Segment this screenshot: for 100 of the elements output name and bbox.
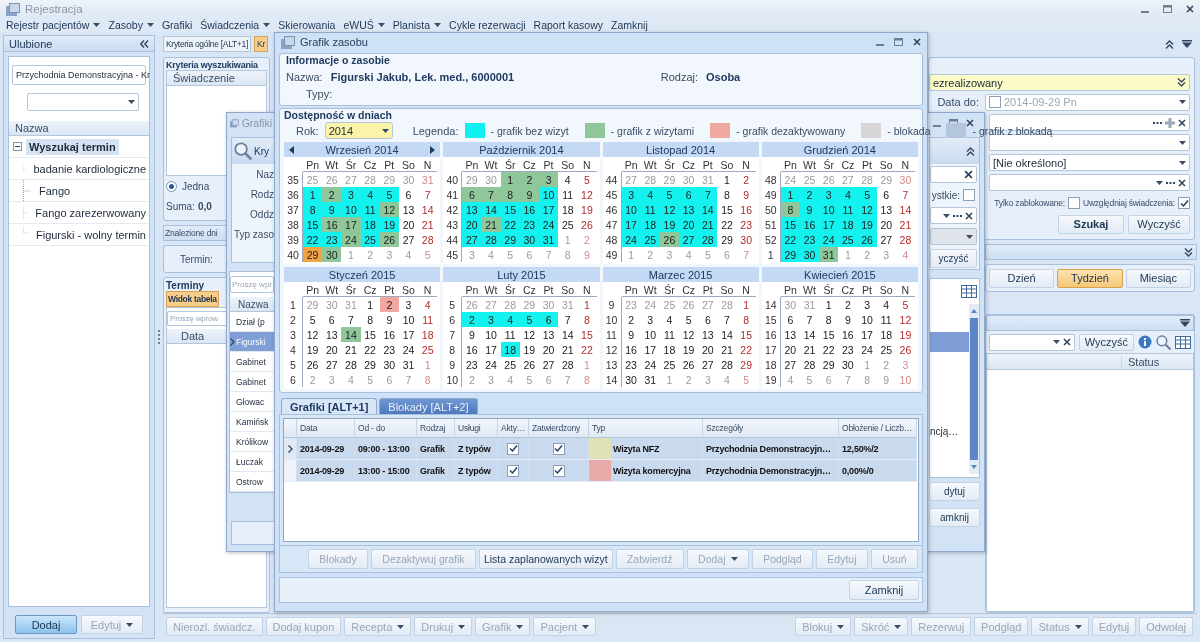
next-month-icon[interactable] — [430, 145, 436, 154]
menu-item[interactable]: Zamknij — [611, 19, 648, 31]
calendar-day[interactable]: 22 — [717, 217, 737, 232]
calendar-day[interactable]: 15 — [717, 202, 737, 217]
calendar-day[interactable]: 22 — [736, 342, 756, 357]
calendar-day[interactable]: 18 — [876, 327, 896, 342]
calendar-day[interactable]: 23 — [322, 232, 342, 247]
calendar-day[interactable]: 1 — [303, 187, 323, 202]
calendar-day[interactable]: 12 — [519, 327, 539, 342]
calendar-day[interactable]: 28 — [799, 357, 820, 372]
calendar-day[interactable]: 17 — [341, 217, 361, 232]
calendar-day[interactable]: 14 — [717, 327, 737, 342]
calendar-day[interactable]: 23 — [838, 342, 858, 357]
calendar-day[interactable]: 19 — [519, 342, 539, 357]
calendar-day[interactable]: 21 — [418, 217, 438, 232]
previous-month-icon[interactable] — [289, 145, 294, 154]
favorite-button[interactable]: Dodaj — [15, 615, 77, 634]
calendar-day[interactable]: 17 — [398, 327, 419, 342]
calendar-day[interactable]: 11 — [838, 202, 858, 217]
calendar-day[interactable]: 31 — [640, 372, 660, 387]
menu-item[interactable]: Cykle rezerwacji — [449, 19, 526, 31]
checkbox[interactable] — [507, 464, 519, 477]
calendar-day[interactable]: 6 — [679, 187, 699, 202]
calendar-day[interactable]: 19 — [303, 342, 323, 357]
calendar-day[interactable]: 28 — [698, 232, 718, 247]
calendar-day[interactable]: 6 — [698, 312, 718, 327]
calendar-day[interactable]: 12 — [895, 312, 915, 327]
calendar-day[interactable]: 29 — [360, 357, 380, 372]
calendar-day[interactable]: 5 — [857, 187, 877, 202]
calendar-day[interactable]: 2 — [379, 297, 399, 312]
calendar-day[interactable]: 27 — [462, 232, 482, 247]
maximize-icon[interactable] — [894, 38, 903, 46]
tree-item[interactable]: Figurski - wolny termin — [32, 226, 149, 243]
close-button[interactable]: Zamknij — [849, 580, 919, 600]
calendar-day[interactable]: 4 — [659, 312, 680, 327]
close-icon[interactable] — [1178, 178, 1186, 187]
calendar-day[interactable]: 11 — [659, 327, 680, 342]
calendar-day[interactable]: 10 — [481, 327, 501, 342]
close-button[interactable]: amknij — [929, 507, 980, 527]
calendar-day[interactable]: 7 — [717, 312, 737, 327]
calendar-day[interactable]: 7 — [799, 312, 820, 327]
calendar-day[interactable]: 9 — [621, 327, 641, 342]
calendar-day[interactable]: 1 — [360, 297, 380, 312]
calendar-day[interactable]: 1 — [577, 297, 597, 312]
combo-field[interactable] — [930, 228, 977, 245]
calendar-day[interactable]: 1 — [736, 297, 756, 312]
calendar-day[interactable]: 20 — [538, 342, 559, 357]
calendar-day[interactable]: 9 — [379, 312, 399, 327]
calendar-day[interactable]: 13 — [679, 202, 699, 217]
close-icon[interactable] — [913, 38, 921, 46]
calendar-day[interactable]: 25 — [876, 342, 896, 357]
menu-item[interactable]: Rejestr pacjentów — [6, 19, 101, 31]
calendar-day[interactable]: 13 — [698, 327, 718, 342]
calendar-day[interactable]: 24 — [819, 232, 839, 247]
calendar-day[interactable]: 10 — [341, 202, 361, 217]
calendar-day[interactable]: 2 — [838, 297, 858, 312]
calendar-day[interactable]: 18 — [418, 327, 438, 342]
lookup-field[interactable] — [989, 174, 1190, 191]
calendar-day[interactable]: 26 — [577, 217, 597, 232]
calendar-day[interactable]: 9 — [322, 202, 342, 217]
calendar-day[interactable]: 23 — [621, 357, 641, 372]
calendar-day[interactable]: 7 — [558, 312, 578, 327]
calendar-day[interactable]: 15 — [819, 327, 839, 342]
calendar-day[interactable]: 2 — [621, 312, 641, 327]
calendar-day[interactable]: 5 — [303, 312, 323, 327]
calendar-day[interactable]: 19 — [577, 202, 597, 217]
checkbox[interactable] — [552, 442, 565, 455]
view-button[interactable]: Dzień — [989, 268, 1055, 288]
calendar-day[interactable]: 11 — [500, 327, 520, 342]
clear-button[interactable]: Wyczyść — [1078, 333, 1134, 351]
calendar-day[interactable]: 7 — [341, 312, 361, 327]
calendar-day[interactable]: 7 — [418, 187, 438, 202]
calendar-day[interactable]: 10 — [857, 312, 877, 327]
calendar-day[interactable]: 3 — [481, 312, 501, 327]
calendar-day[interactable]: 17 — [481, 342, 501, 357]
calendar-day[interactable]: 9 — [462, 327, 482, 342]
close-icon[interactable] — [966, 119, 974, 127]
calendar-day[interactable]: 28 — [481, 232, 501, 247]
combo-field[interactable] — [27, 93, 139, 111]
maximize-icon[interactable] — [1163, 5, 1172, 13]
calendar-day[interactable]: 5 — [577, 172, 597, 187]
clear-button[interactable]: Wyczyść — [1128, 214, 1190, 234]
calendar-day[interactable]: 26 — [303, 357, 323, 372]
calendar-day[interactable]: 1 — [717, 172, 737, 187]
calendar-day[interactable]: 13 — [876, 202, 896, 217]
calendar-day[interactable]: 1 — [819, 297, 839, 312]
calendar-day[interactable]: 3 — [857, 297, 877, 312]
calendar-day[interactable]: 6 — [398, 187, 419, 202]
calendar-day[interactable]: 1 — [500, 172, 520, 187]
calendar-day[interactable]: 13 — [462, 202, 482, 217]
calendar-day[interactable]: 23 — [379, 342, 399, 357]
calendar-day[interactable]: 24 — [857, 342, 877, 357]
combo-field[interactable]: [Nie określono] — [989, 154, 1190, 171]
calendar-day[interactable]: 27 — [698, 357, 718, 372]
calendar-day[interactable]: 28 — [717, 357, 737, 372]
collapse-icon[interactable] — [1165, 39, 1174, 49]
calendar-day[interactable]: 20 — [462, 217, 482, 232]
calendar-day[interactable]: 20 — [679, 217, 699, 232]
calendar-day[interactable]: 25 — [558, 217, 578, 232]
menu-arrow-icon[interactable] — [1182, 40, 1192, 48]
